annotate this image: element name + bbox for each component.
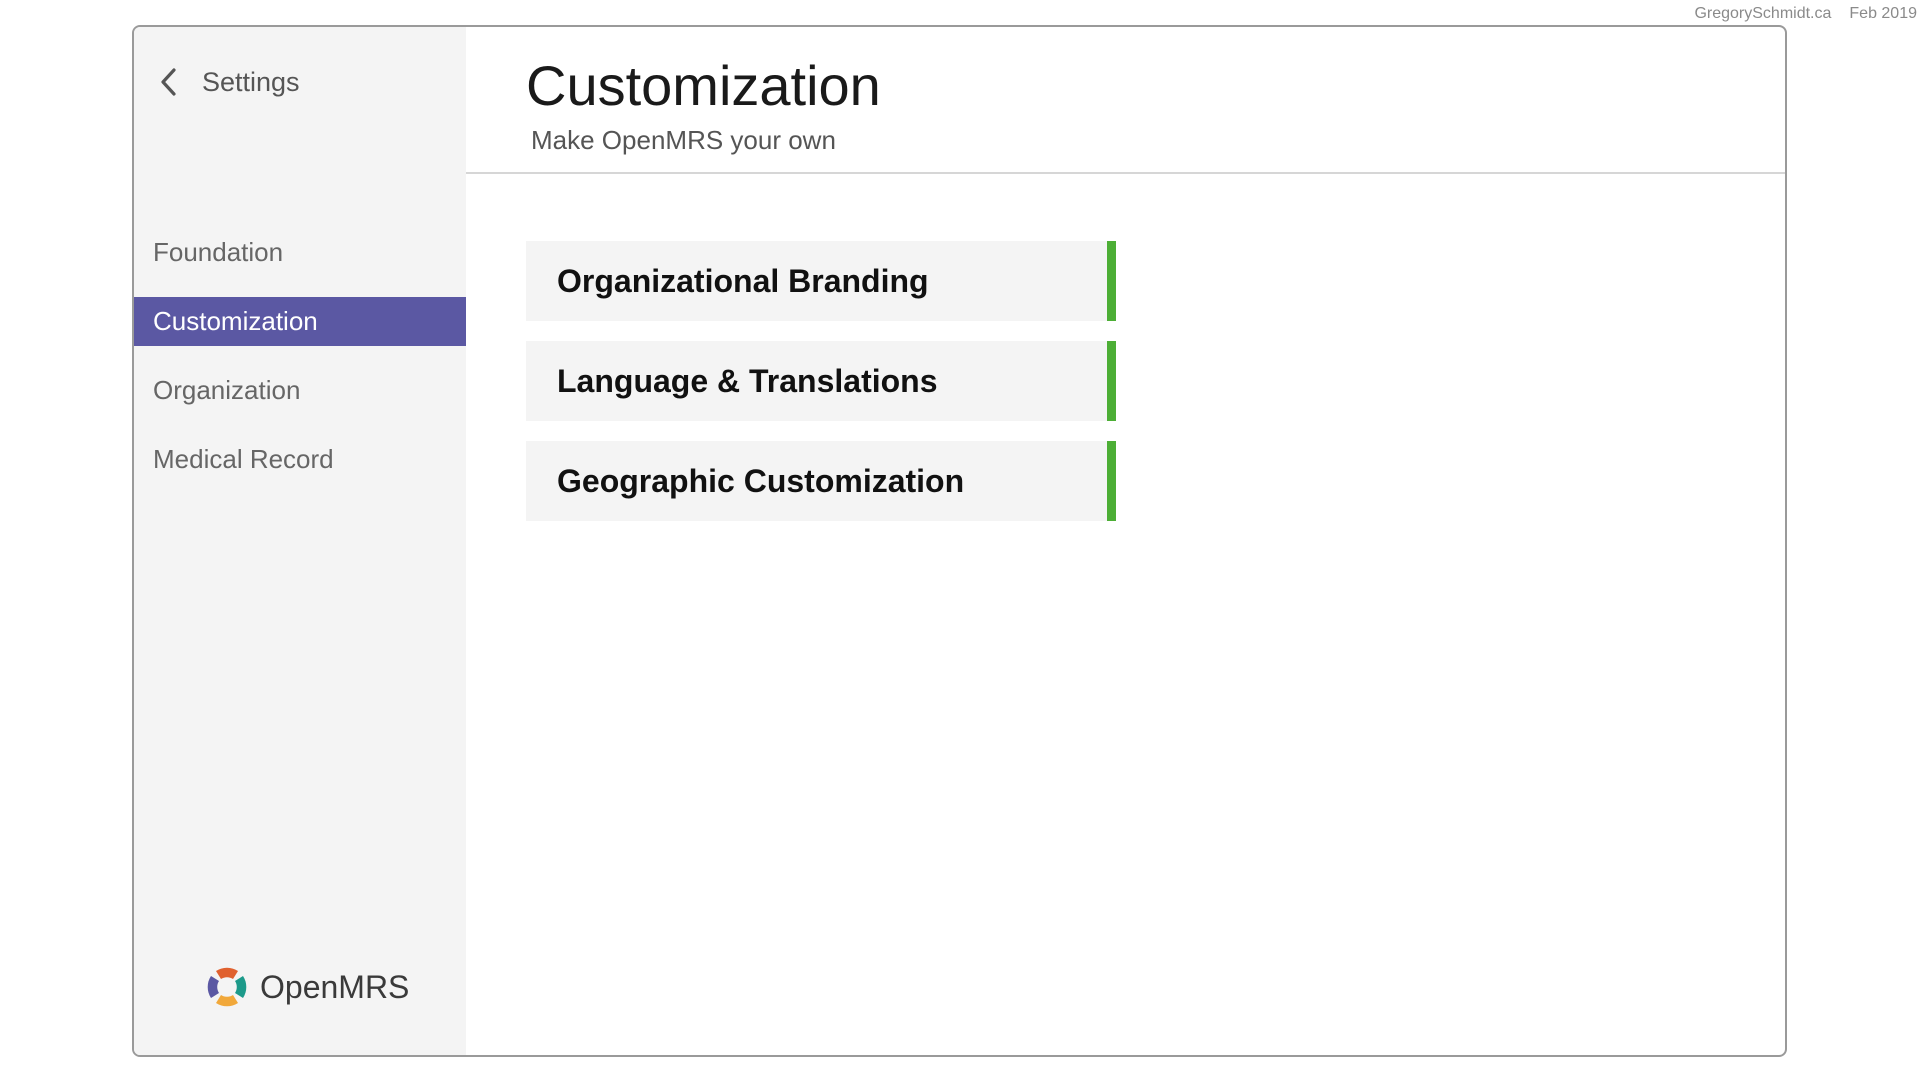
settings-nav: Foundation Customization Organization Me… [134, 228, 466, 504]
openmrs-logo: OpenMRS [202, 962, 409, 1012]
customization-options: Organizational Branding Language & Trans… [526, 241, 1116, 541]
page-subtitle: Make OpenMRS your own [531, 125, 836, 155]
back-label: Settings [202, 66, 300, 97]
sidebar-item-foundation[interactable]: Foundation [134, 228, 466, 277]
sidebar: Settings Foundation Customization Organi… [134, 27, 466, 1055]
openmrs-logo-icon [207, 967, 247, 1007]
card-status-bar [1107, 441, 1116, 521]
page-title: Customization [526, 54, 881, 117]
sidebar-item-customization[interactable]: Customization [134, 297, 466, 346]
logo-text: OpenMRS [260, 968, 410, 1005]
credit-date: Feb 2019 [1849, 5, 1917, 22]
app-window: Settings Foundation Customization Organi… [132, 25, 1787, 1057]
card-status-bar [1107, 341, 1116, 421]
card-language-translations[interactable]: Language & Translations [526, 341, 1116, 421]
card-label: Organizational Branding [557, 263, 929, 299]
card-geographic-customization[interactable]: Geographic Customization [526, 441, 1116, 521]
card-organizational-branding[interactable]: Organizational Branding [526, 241, 1116, 321]
chevron-left-icon [161, 68, 176, 96]
card-label: Geographic Customization [557, 463, 965, 499]
main-content: Customization Make OpenMRS your own Orga… [466, 27, 1785, 1055]
sidebar-item-organization[interactable]: Organization [134, 366, 466, 415]
page-header: Customization Make OpenMRS your own [466, 27, 1785, 174]
sidebar-item-medical-record[interactable]: Medical Record [134, 435, 466, 484]
credit: GregorySchmidt.ca Feb 2019 [1694, 5, 1917, 23]
card-label: Language & Translations [557, 363, 938, 399]
card-status-bar [1107, 241, 1116, 321]
credit-site: GregorySchmidt.ca [1694, 5, 1832, 22]
back-button[interactable]: Settings [156, 65, 300, 99]
